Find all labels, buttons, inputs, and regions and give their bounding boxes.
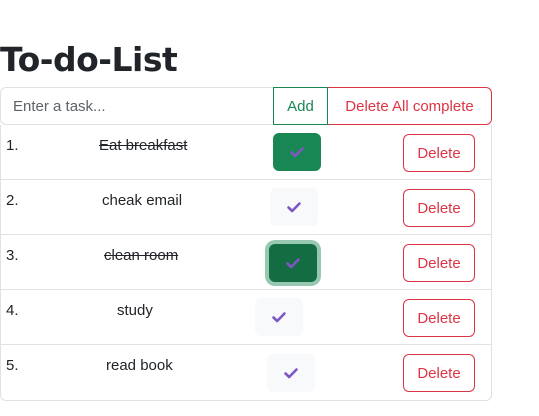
task-input[interactable] (0, 87, 273, 125)
checkmark-icon (287, 202, 301, 213)
checkmark-icon (284, 368, 298, 379)
delete-all-complete-button[interactable]: Delete All complete (328, 87, 492, 125)
delete-button[interactable]: Delete (403, 299, 475, 337)
task-number: 2. (6, 192, 19, 209)
delete-button[interactable]: Delete (403, 134, 475, 172)
delete-button[interactable]: Delete (403, 189, 475, 227)
complete-toggle-button[interactable] (255, 298, 303, 336)
list-item: 2. cheak email Delete (1, 180, 492, 235)
task-text: Eat breakfast (99, 137, 188, 154)
complete-toggle-button[interactable] (267, 354, 315, 392)
task-number: 3. (6, 247, 19, 264)
list-item: 5. read book Delete (1, 345, 492, 400)
task-text: read book (106, 357, 173, 374)
task-text: study (117, 302, 153, 319)
complete-toggle-button[interactable] (270, 188, 318, 226)
add-button[interactable]: Add (273, 87, 328, 125)
list-item: 1. Eat breakfast Delete (1, 125, 492, 180)
task-number: 5. (6, 357, 19, 374)
delete-button[interactable]: Delete (403, 244, 475, 282)
checkmark-icon (286, 258, 300, 269)
list-item: 3. clean room Delete (1, 235, 492, 290)
task-number: 4. (6, 302, 19, 319)
task-text: cheak email (102, 192, 183, 209)
task-list: 1. Eat breakfast Delete 2. cheak email D… (0, 125, 492, 401)
task-number: 1. (6, 137, 19, 154)
complete-toggle-button[interactable] (269, 244, 317, 282)
checkmark-icon (290, 147, 304, 158)
checkmark-icon (272, 312, 286, 323)
task-text: clean room (104, 247, 179, 264)
list-item: 4. study Delete (1, 290, 492, 345)
complete-toggle-button[interactable] (273, 133, 321, 171)
delete-button[interactable]: Delete (403, 354, 475, 392)
task-input-group: Add Delete All complete (0, 87, 492, 125)
page-title: To-do-List (0, 40, 178, 79)
